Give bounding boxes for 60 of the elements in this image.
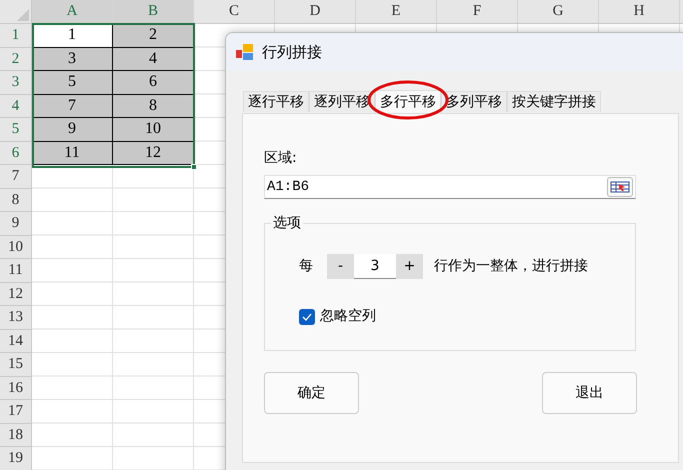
- suffix-label: 行作为一整体，进行拼接: [434, 257, 588, 276]
- row-header[interactable]: 3: [0, 71, 32, 94]
- app-icon: [236, 43, 254, 61]
- row-header[interactable]: 11: [0, 259, 32, 282]
- row-header[interactable]: 19: [0, 447, 32, 470]
- row-header[interactable]: 17: [0, 400, 32, 424]
- window-title: 行列拼接: [262, 42, 322, 63]
- column-header[interactable]: D: [275, 0, 356, 23]
- table-cell: 10: [113, 118, 194, 142]
- column-header[interactable]: G: [518, 0, 599, 23]
- fill-handle[interactable]: [191, 164, 197, 170]
- row-header[interactable]: 18: [0, 424, 32, 447]
- table-cell: 2: [113, 24, 194, 48]
- row-header[interactable]: 2: [0, 48, 32, 71]
- row-header[interactable]: 5: [0, 118, 32, 142]
- row-header[interactable]: 9: [0, 212, 32, 236]
- column-header[interactable]: F: [437, 0, 518, 23]
- range-label: 区域:: [264, 149, 298, 168]
- row-header[interactable]: 1: [0, 24, 32, 48]
- column-header[interactable]: E: [356, 0, 437, 23]
- dialog-button[interactable]: 退出: [542, 372, 637, 414]
- table-cell: 1: [32, 24, 113, 48]
- table-cell: 3: [32, 48, 113, 71]
- table-cell: 7: [32, 94, 113, 118]
- column-header[interactable]: A: [32, 0, 113, 23]
- row-header[interactable]: 15: [0, 353, 32, 376]
- checkbox-label: 忽略空列: [320, 307, 376, 326]
- table-cell: 4: [113, 48, 194, 71]
- column-header[interactable]: H: [599, 0, 680, 23]
- row-header[interactable]: 13: [0, 306, 32, 330]
- table-cell: 11: [32, 142, 113, 165]
- tab[interactable]: 逐行平移: [243, 91, 309, 112]
- table-cell: 9: [32, 118, 113, 142]
- increment-button[interactable]: +: [396, 254, 423, 279]
- row-header[interactable]: 10: [0, 236, 32, 259]
- prefix-label: 每: [299, 257, 313, 276]
- column-header[interactable]: C: [194, 0, 275, 23]
- tab[interactable]: 按关键字拼接: [507, 91, 601, 112]
- column-header[interactable]: B: [113, 0, 194, 23]
- row-header[interactable]: 6: [0, 142, 32, 165]
- tab[interactable]: 多列平移: [441, 91, 507, 112]
- row-header[interactable]: 8: [0, 188, 32, 212]
- check-icon: [302, 312, 312, 320]
- tab[interactable]: 逐列平移: [309, 91, 375, 112]
- row-header[interactable]: 7: [0, 165, 32, 188]
- row-header[interactable]: 4: [0, 94, 32, 118]
- table-cell: 5: [32, 71, 113, 94]
- row-header[interactable]: 16: [0, 376, 32, 400]
- decrement-button[interactable]: -: [327, 254, 354, 279]
- tab[interactable]: 多行平移: [375, 90, 441, 113]
- table-cell: 6: [113, 71, 194, 94]
- dialog-button[interactable]: 确定: [264, 372, 359, 414]
- checkbox[interactable]: [299, 308, 315, 324]
- range-field[interactable]: A1:B6: [264, 175, 636, 199]
- row-header[interactable]: 14: [0, 330, 32, 353]
- row-header[interactable]: 12: [0, 282, 32, 306]
- table-cell: 12: [113, 142, 194, 165]
- range-picker-button[interactable]: [607, 177, 633, 197]
- table-cell: 8: [113, 94, 194, 118]
- count-field[interactable]: 3: [354, 254, 396, 279]
